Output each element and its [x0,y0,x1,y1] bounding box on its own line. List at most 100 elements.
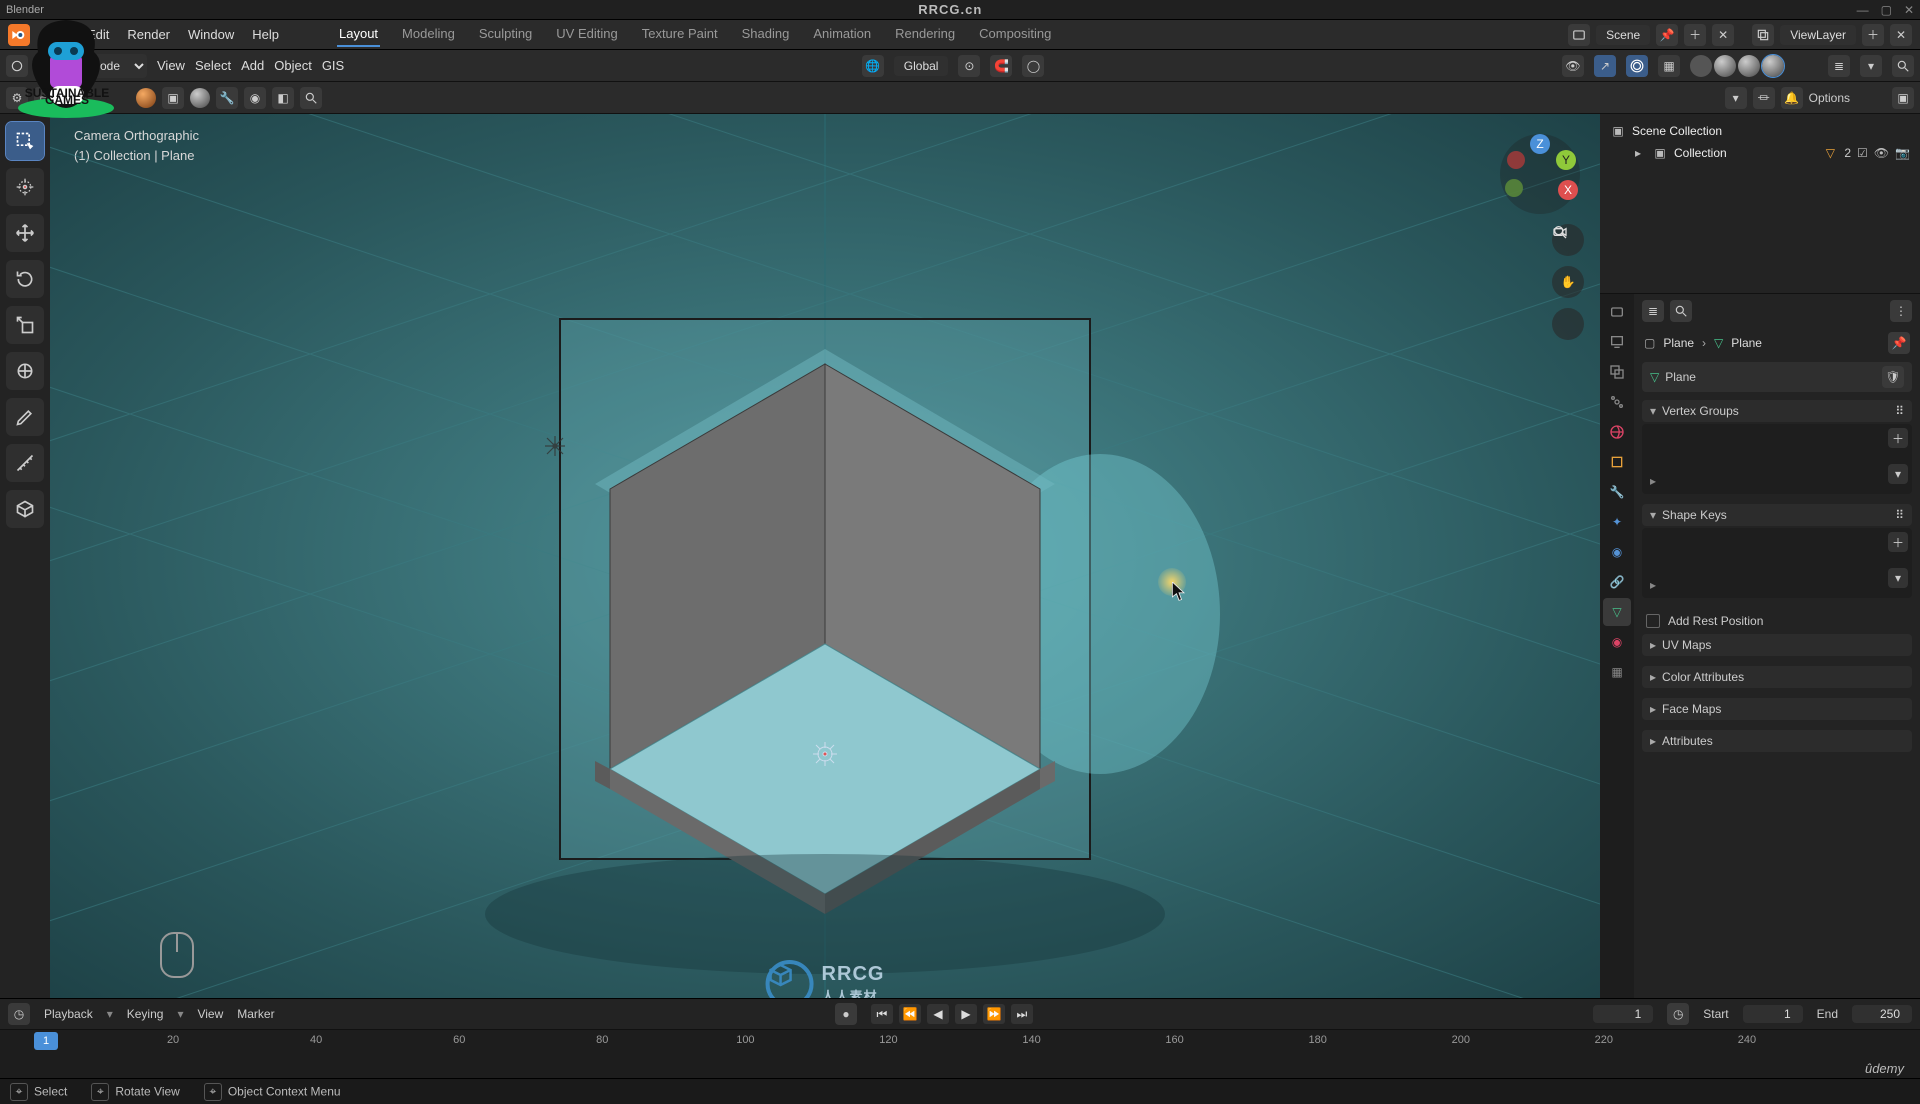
panel-head-vertex-groups[interactable]: ▾ Vertex Groups ⠿ [1642,400,1912,422]
viewport-menu-select[interactable]: Select [195,58,231,73]
tool-move[interactable] [6,214,44,252]
ptab-material[interactable]: ◉ [1603,628,1631,656]
scene-browse-icon[interactable] [1568,24,1590,46]
tool-measure[interactable] [6,444,44,482]
vertex-group-specials-icon[interactable]: ▾ [1888,464,1908,484]
ptab-scene[interactable] [1603,388,1631,416]
shape-key-specials-icon[interactable]: ▾ [1888,568,1908,588]
tool-transform[interactable] [6,352,44,390]
search-icon[interactable] [300,87,322,109]
tab-compositing[interactable]: Compositing [977,22,1053,47]
scene-name[interactable]: Scene [1596,25,1650,45]
props-search-icon[interactable] [1670,300,1692,322]
use-preview-range-icon[interactable]: ◷ [1667,1003,1689,1025]
auto-keying-icon[interactable]: ● [835,1003,857,1025]
timeline-menu-keying[interactable]: Keying [127,1007,164,1021]
shading-matprev-icon[interactable] [1738,55,1760,77]
camera-view-icon[interactable] [1552,308,1584,340]
outliner-display-mode-icon[interactable]: ▾ [1860,55,1882,77]
ptab-texture[interactable]: ▦ [1603,658,1631,686]
pin-properties-icon[interactable]: 📌 [1888,332,1910,354]
modifier-filter-icon[interactable]: 🔧 [216,87,238,109]
panel-head-color-attributes[interactable]: ▸ Color Attributes [1642,666,1912,688]
viewport-menu-object[interactable]: Object [274,58,312,73]
panel-expand-triangle-icon[interactable]: ▸ [1650,474,1656,488]
add-rest-position-row[interactable]: Add Rest Position [1642,608,1912,634]
tab-layout[interactable]: Layout [337,22,380,47]
outliner-editor-type-icon[interactable]: ≣ [1828,55,1850,77]
navigation-gizmo[interactable]: Z Y X [1498,132,1582,216]
new-scene-icon[interactable]: ＋ [1684,24,1706,46]
tool-settings-icon[interactable]: ⚙ [6,87,28,109]
menu-file[interactable]: File [48,27,69,42]
tab-sculpting[interactable]: Sculpting [477,22,534,47]
funnel-icon[interactable]: ⏛ [1753,87,1775,109]
jump-end-icon[interactable]: ⏭ [1011,1004,1033,1024]
jump-start-icon[interactable]: ⏮ [871,1004,893,1024]
proportional-icon[interactable]: ◯ [1022,55,1044,77]
collection-filter-icon[interactable]: ▣ [162,87,184,109]
tool-annotate[interactable] [6,398,44,436]
props-editor-type-icon[interactable]: ≣ [1642,300,1664,322]
current-frame-field[interactable]: 1 [1593,1005,1653,1023]
drag-handle-icon[interactable]: ⠿ [1895,508,1904,522]
cube-filter-icon[interactable]: ◧ [272,87,294,109]
alert-bell-icon[interactable]: 🔔 [1781,87,1803,109]
tab-uv-editing[interactable]: UV Editing [554,22,619,47]
properties-body[interactable]: ≣ ⋮ ▢ Plane › ▽ Plane 📌 ▽ [1634,294,1920,998]
ptab-particles[interactable]: ✦ [1603,508,1631,536]
panel-head-face-maps[interactable]: ▸ Face Maps [1642,698,1912,720]
outliner-search-icon[interactable] [1892,55,1914,77]
tab-shading[interactable]: Shading [740,22,792,47]
pivot-icon[interactable]: ⊙ [958,55,980,77]
blender-logo-icon[interactable] [8,24,30,46]
ptab-world[interactable] [1603,418,1631,446]
mesh-name-field[interactable]: ▽ Plane 🛡 [1642,362,1912,392]
timeline-editor-type-icon[interactable]: ◷ [8,1003,30,1025]
pan-icon[interactable]: ✋ [1552,266,1584,298]
panel-head-uv-maps[interactable]: ▸ UV Maps [1642,634,1912,656]
viewport-menu-gis[interactable]: GIS [322,58,344,73]
viewport-menu-view[interactable]: View [157,58,185,73]
material-filter-icon[interactable]: ◉ [244,87,266,109]
orientation-icon[interactable]: 🌐 [862,55,884,77]
drag-handle-icon[interactable]: ⠿ [1895,404,1904,418]
delete-scene-icon[interactable]: ✕ [1712,24,1734,46]
timeline-menu-marker[interactable]: Marker [237,1007,274,1021]
menu-window[interactable]: Window [188,27,234,42]
panel-head-shape-keys[interactable]: ▾ Shape Keys ⠿ [1642,504,1912,526]
viewport-3d[interactable]: Camera Orthographic (1) Collection | Pla… [50,114,1600,998]
outliner[interactable]: ▣ Scene Collection ▸ ▣ Collection ▽ 2 ☑ … [1600,114,1920,294]
hide-viewport-icon[interactable]: 👁 [1874,146,1889,160]
gizmo-toggle-icon[interactable]: ↗ [1594,55,1616,77]
matcap-sphere-grey[interactable] [190,88,210,108]
viewlayer-browse-icon[interactable] [1752,24,1774,46]
shading-rendered-icon[interactable] [1762,55,1784,77]
play-icon[interactable]: ▶ [955,1004,977,1024]
end-frame-field[interactable]: 250 [1852,1005,1912,1023]
new-viewlayer-icon[interactable]: ＋ [1862,24,1884,46]
timeline-menu-playback[interactable]: Playback [44,1007,93,1021]
add-vertex-group-button[interactable]: ＋ [1888,428,1908,448]
ptab-mesh-data[interactable]: ▽ [1603,598,1631,626]
start-frame-field[interactable]: 1 [1743,1005,1803,1023]
props-options-icon[interactable]: ⋮ [1890,300,1912,322]
ptab-modifiers[interactable]: 🔧 [1603,478,1631,506]
timeline-menu-view[interactable]: View [197,1007,223,1021]
new-collection-icon[interactable]: ▣ [1892,87,1914,109]
shading-solid-icon[interactable] [1714,55,1736,77]
crumb-object[interactable]: Plane [1663,336,1694,350]
select-box-icon[interactable]: ▭ [34,87,56,109]
keyframe-prev-icon[interactable]: ⏪ [899,1004,921,1024]
panel-expand-triangle-icon[interactable]: ▸ [1650,578,1656,592]
maximize-icon[interactable]: ▢ [1881,3,1892,17]
snap-icon[interactable]: 🧲 [990,55,1012,77]
tool-add-cube[interactable] [6,490,44,528]
orientation-select[interactable]: Global [894,56,949,76]
tab-texture-paint[interactable]: Texture Paint [640,22,720,47]
mesh-name-value[interactable]: Plane [1665,370,1696,384]
tab-modeling[interactable]: Modeling [400,22,457,47]
mode-select[interactable]: Object Mode [38,54,147,78]
disable-render-icon[interactable]: 📷 [1895,146,1910,160]
crumb-data[interactable]: Plane [1731,336,1762,350]
